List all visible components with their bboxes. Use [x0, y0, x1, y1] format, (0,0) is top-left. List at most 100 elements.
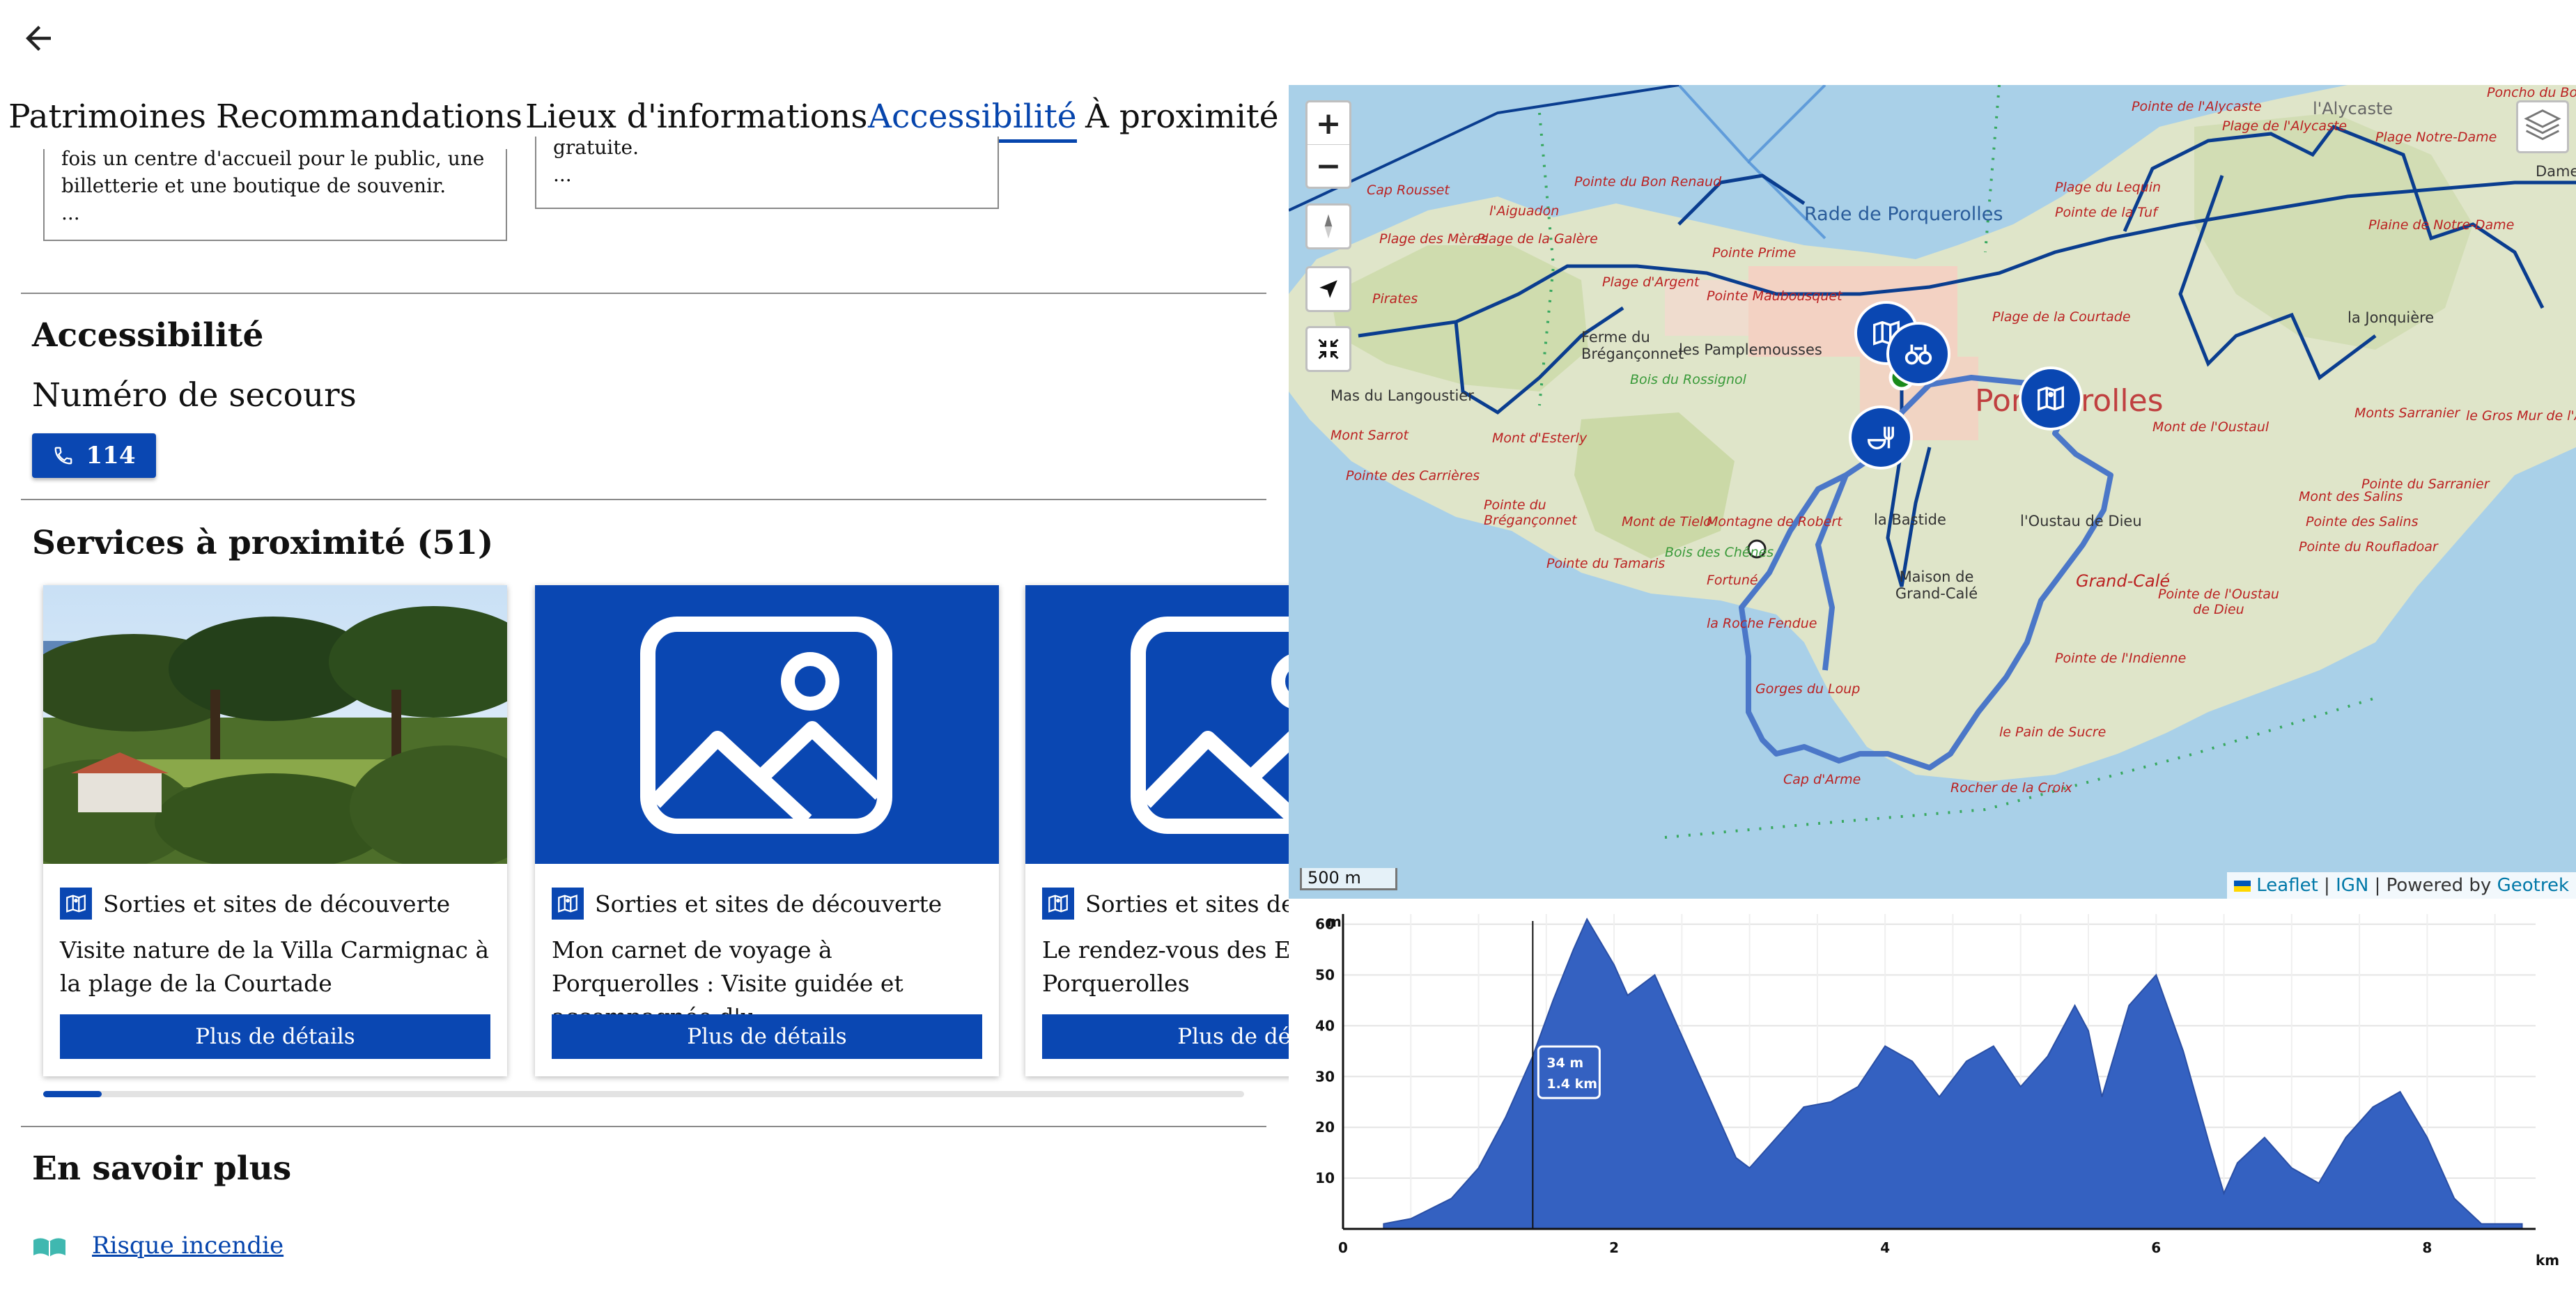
phone-icon — [54, 447, 72, 465]
services-carousel[interactable]: Sorties et sites de découverte Visite na… — [21, 571, 1289, 1087]
tooltip-elevation: 34 m — [1546, 1055, 1583, 1071]
card-category: Sorties et sites de découverte — [60, 886, 450, 921]
card-image-placeholder — [535, 585, 999, 864]
divider — [21, 1126, 1266, 1127]
geotrek-link[interactable]: Geotrek — [2497, 875, 2569, 896]
map-label: Mont des Salins — [2299, 489, 2403, 504]
map-label: l'Alycaste — [2313, 99, 2393, 118]
tab-a-proximite[interactable]: À proximité — [1085, 95, 1279, 139]
map-label: Pointe Maubousquet — [1707, 288, 1842, 304]
learn-more-title: En savoir plus — [32, 1149, 292, 1188]
rotate-control — [1305, 203, 1351, 249]
exit-fullscreen-button[interactable] — [1308, 328, 1349, 370]
card-title: Le rendez-vous des Ep… Porquerolles — [1042, 936, 1289, 997]
map-label: Gorges du Loup — [1755, 681, 1861, 697]
restaurant-icon — [1868, 426, 1894, 449]
tab-patrimoines[interactable]: Patrimoines — [8, 95, 206, 139]
poi-marker[interactable] — [1849, 405, 1913, 470]
image-placeholder-icon — [640, 617, 892, 834]
map-label: Pointe de la Tuf — [2055, 205, 2157, 220]
poi-marker[interactable] — [1886, 322, 1950, 386]
leaflet-link[interactable]: Leaflet — [2256, 875, 2318, 896]
layers-icon — [2524, 109, 2561, 141]
map-label: Pointe des Carrières — [1346, 468, 1480, 483]
map-label: Pointe de l'Indienne — [2055, 651, 2187, 666]
y-axis-label: m — [1327, 913, 1342, 930]
zoom-out-button[interactable]: − — [1308, 145, 1349, 187]
map-label: Ferme du Brégançonnet — [1581, 329, 1684, 362]
card-title: Visite nature de la Villa Carmignac à la… — [60, 936, 489, 997]
compass-button[interactable] — [1308, 206, 1349, 247]
accessibility-title: Accessibilité — [32, 316, 264, 355]
map-label: Rocher de la Croix — [1950, 780, 2072, 796]
tab-lieux-informations[interactable]: Lieux d'informations — [525, 95, 867, 139]
map-label: Plage de la Courtade — [1992, 309, 2131, 325]
zoom-control: + − — [1305, 100, 1351, 189]
map-label: Plage Notre-Dame — [2375, 130, 2497, 145]
service-card[interactable]: Sorties et sites de découverte Visite na… — [43, 585, 507, 1076]
tooltip-distance: 1.4 km — [1546, 1076, 1597, 1092]
map-label: la Jonquière — [2348, 309, 2435, 326]
map-label: l'Oustau de Dieu — [2020, 513, 2142, 529]
trek-map[interactable]: Rade de Porquerolles l'Alycaste Pointe d… — [1289, 85, 2576, 899]
map-label: Mont de Tielo — [1622, 514, 1712, 529]
map-label: Poncho du Bou — [2487, 85, 2576, 100]
map-label: Pointe des Salins — [2306, 514, 2419, 529]
map-label: Plage du Lequin — [2055, 180, 2162, 195]
map-label: Montagne de Robert — [1707, 514, 1842, 529]
tab-recommandations[interactable]: Recommandations — [216, 95, 522, 139]
map-label: la Roche Fendue — [1707, 616, 1817, 631]
elevation-tooltip: 34 m 1.4 km — [1537, 1045, 1601, 1099]
map-label: Monts Sarranier — [2354, 405, 2460, 421]
map-icon — [2038, 386, 2064, 411]
card-category: Sorties et sites de découverte — [1042, 886, 1289, 921]
zoom-in-button[interactable]: + — [1308, 102, 1349, 145]
map-scale: 500 m — [1300, 868, 1397, 890]
service-card[interactable]: Sorties et sites de découverte Le rendez… — [1025, 585, 1289, 1076]
back-button[interactable] — [20, 20, 57, 57]
y-tick-label: 50 — [1315, 966, 1335, 983]
details-button[interactable]: Plus de détails — [60, 1014, 490, 1059]
info-card-partial: gratuite. ... — [535, 137, 999, 209]
map-attribution: Leaflet | IGN | Powered by Geotrek — [2226, 872, 2576, 899]
map-label: Mas du Langoustier — [1330, 387, 1474, 404]
map-label: Bois des Chênes — [1665, 545, 1774, 560]
details-button[interactable]: Plus de détails — [552, 1014, 982, 1059]
map-label: Maison de Grand-Calé — [1895, 568, 1978, 602]
map-label: Plage d'Argent — [1602, 274, 1700, 290]
service-card[interactable]: Sorties et sites de découverte Mon carne… — [535, 585, 999, 1076]
map-icon — [552, 888, 584, 920]
navigation-arrow-icon — [1319, 280, 1337, 298]
y-tick-label: 20 — [1315, 1119, 1335, 1136]
locate-control — [1305, 266, 1351, 312]
map-label: le Gros Mur de l'Alycaste — [2466, 408, 2576, 424]
map-label: Cap Rousset — [1367, 183, 1450, 198]
tab-accessibilite[interactable]: Accessibilité — [868, 95, 1077, 143]
fullscreen-control — [1305, 326, 1351, 372]
ukraine-flag-icon — [2233, 880, 2251, 892]
carousel-scrollbar-track[interactable] — [43, 1091, 1244, 1097]
y-tick-label: 10 — [1315, 1170, 1335, 1186]
locate-button[interactable] — [1308, 268, 1349, 310]
info-card-partial: fois un centre d'accueil pour le public,… — [43, 149, 507, 241]
compass-icon — [1324, 214, 1333, 239]
y-tick-label: 40 — [1315, 1017, 1335, 1034]
x-tick-label: 4 — [1880, 1239, 1890, 1256]
map-label: Plage de la Galère — [1477, 231, 1598, 247]
ign-link[interactable]: IGN — [2336, 875, 2368, 896]
risque-incendie-link[interactable]: Risque incendie — [92, 1232, 284, 1260]
card-photo — [43, 585, 507, 864]
elevation-profile-chart[interactable]: 1020304050600 2 4 6 8 m km 34 m 1.4 km — [1289, 899, 2576, 1293]
carousel-scrollbar-thumb[interactable] — [43, 1091, 102, 1097]
info-card-text-3: ... — [61, 201, 80, 224]
layers-control[interactable] — [2516, 100, 2569, 153]
poi-marker[interactable] — [2019, 366, 2083, 431]
card-image-placeholder — [1025, 585, 1289, 864]
x-tick-label: 8 — [2422, 1239, 2432, 1256]
details-button[interactable]: Plus de détails — [1042, 1014, 1289, 1059]
map-label: Fortuné — [1707, 573, 1758, 588]
emergency-call-button[interactable]: 114 — [32, 433, 156, 478]
map-label: Pointe du Bon Renaud — [1574, 174, 1722, 189]
map-label: l'Aiguadon — [1489, 203, 1560, 219]
map-label: Pointe de l'Alycaste — [2132, 99, 2262, 114]
